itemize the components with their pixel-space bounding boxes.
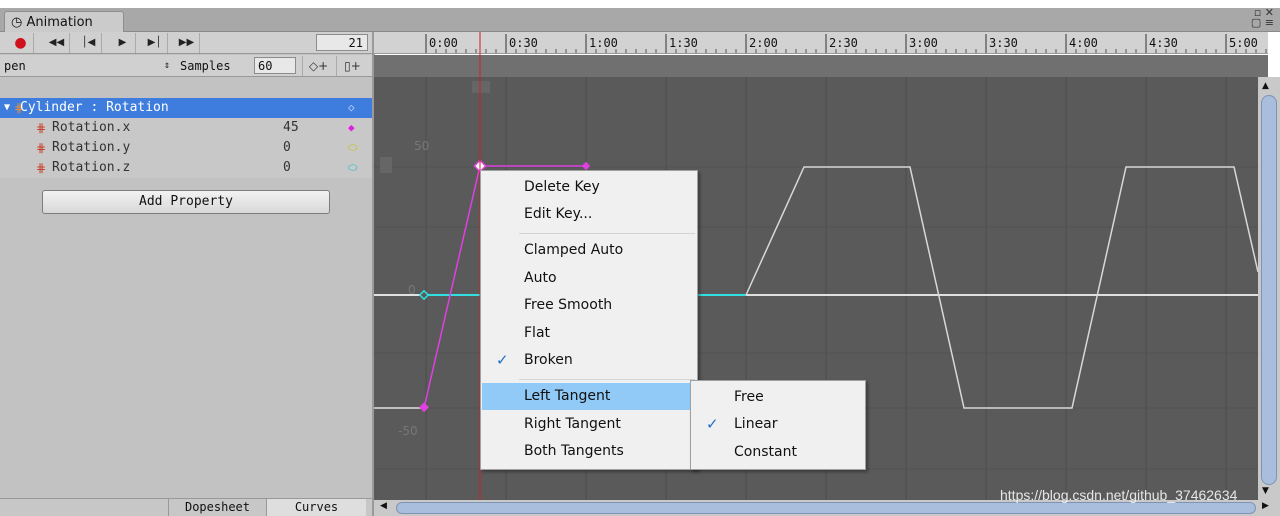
menu-item-label: Clamped Auto: [524, 242, 624, 258]
diamond-icon: ◆: [348, 121, 355, 134]
submenu-item-constant[interactable]: Constant: [692, 439, 908, 466]
window-top-strip: [0, 0, 1280, 8]
menu-item-clamped-auto[interactable]: Clamped Auto: [482, 237, 740, 264]
vertical-scrollbar[interactable]: ▲ ▼: [1258, 77, 1280, 500]
transform-icon: ⋕: [36, 121, 47, 135]
axis-label-50: 50: [414, 139, 429, 153]
last-key-icon[interactable]: ▶▶: [174, 33, 200, 53]
range-handle: [472, 81, 490, 93]
property-row-rotation-y[interactable]: ⋕ Rotation.y 0 ⬭: [0, 138, 374, 158]
menu-item-label: Flat: [524, 325, 551, 341]
keyframe[interactable]: [419, 402, 429, 413]
scroll-right-icon[interactable]: ▶: [1262, 501, 1269, 511]
property-row-cylinder-rotation[interactable]: ▼ ⋕ Cylinder : Rotation ◇: [0, 98, 374, 118]
scroll-up-icon[interactable]: ▲: [1262, 81, 1269, 91]
menu-item-label: Right Tangent: [524, 416, 621, 432]
ellipse-icon: ⬭: [348, 141, 358, 154]
tab-curves[interactable]: Curves: [266, 499, 366, 516]
menu-item-edit-key[interactable]: Edit Key...: [482, 201, 740, 228]
play-icon[interactable]: ▶: [110, 33, 136, 53]
curve-x-loop: [745, 166, 1258, 409]
scroll-left-icon[interactable]: ◀: [380, 501, 387, 511]
transform-icon: ⋕: [36, 161, 47, 175]
transform-icon: ⋕: [36, 141, 47, 155]
menu-item-label: Auto: [524, 270, 557, 286]
menu-item-free-smooth[interactable]: Free Smooth: [482, 292, 740, 319]
record-icon[interactable]: ●: [8, 33, 34, 53]
samples-label: Samples: [180, 59, 231, 73]
context-menu: Delete Key Edit Key... Clamped Auto Auto…: [480, 170, 740, 470]
property-value[interactable]: 0: [283, 138, 291, 158]
ellipse-icon: ⬭: [348, 161, 358, 174]
menu-item-label: Edit Key...: [524, 206, 593, 222]
frame-field[interactable]: 21: [316, 34, 368, 51]
property-name: Rotation.z: [52, 160, 131, 175]
menu-separator: [519, 233, 695, 234]
menu-item-flat[interactable]: Flat: [482, 320, 740, 347]
vertical-scroll-thumb[interactable]: [1261, 95, 1277, 485]
checkmark-icon: ✓: [706, 415, 719, 433]
add-event-icon[interactable]: ▯+: [336, 56, 368, 76]
menu-item-label: Left Tangent: [524, 388, 611, 404]
scroll-down-icon[interactable]: ▼: [1262, 486, 1269, 496]
menu-item-label: Free: [734, 389, 764, 405]
first-key-icon[interactable]: ◀◀: [44, 33, 70, 53]
property-row-rotation-x[interactable]: ⋕ Rotation.x 45 ◆: [0, 118, 374, 138]
horizontal-scroll-thumb[interactable]: [396, 502, 1256, 514]
menu-item-label: Both Tangents: [524, 443, 624, 459]
add-keyframe-icon[interactable]: ◇+: [302, 56, 334, 76]
property-name: Rotation.y: [52, 140, 131, 155]
menu-item-label: Constant: [734, 444, 797, 460]
samples-field[interactable]: 60: [254, 57, 296, 74]
menu-item-label: Broken: [524, 352, 573, 368]
clock-icon: ◷: [11, 15, 23, 30]
property-name: Cylinder : Rotation: [20, 100, 169, 115]
dropdown-arrow-icon: ⇕: [163, 60, 170, 71]
checkmark-icon: ✓: [496, 351, 509, 369]
tangent-handle[interactable]: [581, 161, 591, 171]
property-value[interactable]: 0: [283, 158, 291, 178]
diamond-icon: ◇: [348, 101, 355, 114]
menu-item-broken[interactable]: ✓ Broken: [482, 347, 740, 374]
submenu-item-linear[interactable]: ✓ Linear: [692, 411, 908, 438]
prev-key-icon[interactable]: │◀: [76, 33, 102, 53]
range-handle: [380, 157, 392, 173]
menu-item-auto[interactable]: Auto: [482, 265, 740, 292]
add-property-button[interactable]: Add Property: [42, 190, 330, 214]
clip-dropdown-value: pen: [4, 59, 26, 73]
next-key-icon[interactable]: ▶│: [142, 33, 168, 53]
clip-dropdown[interactable]: pen ⇕: [4, 57, 172, 75]
watermark: https://blog.csdn.net/github_37462634: [1000, 487, 1238, 503]
expand-triangle-icon[interactable]: ▼: [4, 98, 10, 118]
menu-separator: [519, 379, 695, 380]
playhead-top: [479, 32, 481, 77]
window-buttons: ▫ ✕ ▢ ≡: [1251, 7, 1274, 29]
property-name: Rotation.x: [52, 120, 131, 135]
tangent-submenu: Free ✓ Linear Constant: [690, 380, 866, 470]
property-row-rotation-z[interactable]: ⋕ Rotation.z 0 ⬭: [0, 158, 374, 178]
menu-item-label: Linear: [734, 416, 778, 432]
submenu-item-free[interactable]: Free: [692, 384, 908, 411]
menu-item-label: Free Smooth: [524, 297, 613, 313]
property-value[interactable]: 45: [283, 118, 299, 138]
animation-tab-label: Animation: [26, 15, 93, 30]
menu-icon[interactable]: ≡: [1265, 16, 1274, 29]
animation-tab[interactable]: ◷ Animation: [4, 11, 124, 33]
menu-item-delete-key[interactable]: Delete Key: [482, 174, 740, 201]
axis-label-minus-50: -50: [398, 424, 418, 438]
lock-icon[interactable]: ▢: [1251, 16, 1261, 29]
keyframe[interactable]: [418, 289, 430, 301]
menu-item-label: Delete Key: [524, 179, 600, 195]
tab-bar: [0, 8, 1280, 32]
tab-dopesheet[interactable]: Dopesheet: [168, 499, 266, 516]
